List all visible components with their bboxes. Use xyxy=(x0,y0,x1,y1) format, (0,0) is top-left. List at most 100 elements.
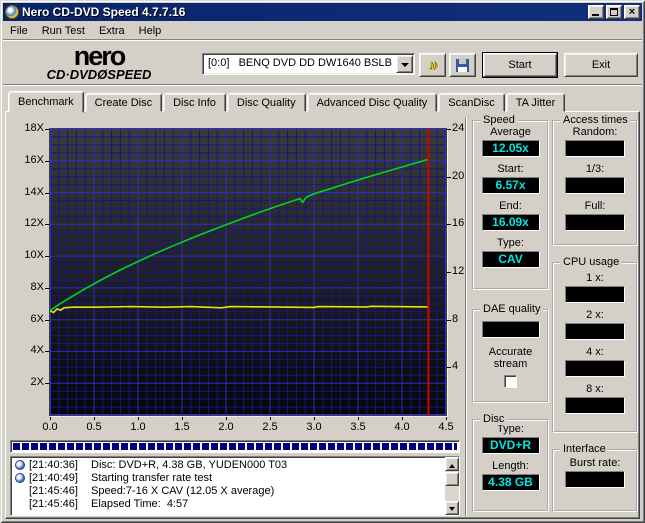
menu-help[interactable]: Help xyxy=(132,23,169,39)
drive-select-dropdown-button[interactable] xyxy=(396,55,413,73)
one-third-value xyxy=(565,177,625,194)
tab-strip: Benchmark Create Disc Disc Info Disc Qualit… xyxy=(8,90,566,113)
x-axis-tick xyxy=(446,417,447,420)
save-button[interactable] xyxy=(449,53,476,77)
random-label: Random: xyxy=(572,126,618,138)
x-axis-label: 3.5 xyxy=(350,421,366,433)
x-axis-label: 4.5 xyxy=(438,421,454,433)
cpu-4x-label: 4 x: xyxy=(586,346,604,358)
cpu-usage-group: CPU usage 1 x: 2 x: 4 x: 8 x: xyxy=(552,256,638,433)
cpu-1x-value xyxy=(565,286,625,303)
cpu-1x-label: 1 x: xyxy=(586,272,604,284)
dae-quality-value xyxy=(481,321,540,338)
tab-ta-jitter[interactable]: TA Jitter xyxy=(505,93,566,112)
y-axis-right-tick xyxy=(447,272,451,273)
burst-rate-value xyxy=(565,471,625,488)
drive-select[interactable]: [0:0] BENQ DVD DD DW1640 BSLB xyxy=(202,53,415,75)
tab-advanced-disc-quality[interactable]: Advanced Disc Quality xyxy=(306,93,438,112)
disc-type-value: DVD+R xyxy=(481,437,540,454)
x-axis-label: 2.5 xyxy=(262,421,278,433)
y-axis-right-tick xyxy=(447,224,451,226)
accurate-stream-label: Accurate xyxy=(488,346,533,358)
y-axis-left-label: 16X xyxy=(24,153,44,166)
tab-disc-info[interactable]: Disc Info xyxy=(163,93,226,112)
average-value: 12.05x xyxy=(481,140,540,157)
title-bar[interactable]: Nero CD-DVD Speed 4.7.7.16 × xyxy=(3,3,642,21)
x-axis-tick xyxy=(138,417,139,420)
progress-bar-fill xyxy=(13,443,457,450)
accurate-stream-checkbox[interactable] xyxy=(504,375,517,388)
disc-icon xyxy=(15,473,25,483)
scrollbar-thumb[interactable] xyxy=(445,472,459,486)
y-axis-left-tick xyxy=(45,256,49,258)
start-button[interactable]: Start xyxy=(482,52,558,78)
x-axis-tick xyxy=(94,417,95,420)
x-axis-tick xyxy=(182,417,183,420)
cpu-8x-value xyxy=(565,397,625,414)
log-entry: [21:45:46] Speed:7-16 X CAV (12.05 X aver… xyxy=(14,485,443,498)
tab-disc-quality[interactable]: Disc Quality xyxy=(226,93,306,112)
x-axis-tick xyxy=(50,417,51,420)
scrollbar-up-button[interactable] xyxy=(445,457,459,471)
drive-select-value: [0:0] BENQ DVD DD DW1640 BSLB xyxy=(208,57,393,69)
log-entry: [21:40:49] Starting transfer rate test xyxy=(14,472,443,485)
tab-create-disc[interactable]: Create Disc xyxy=(84,93,163,112)
y-axis-left-label: 12X xyxy=(24,217,44,230)
minimize-icon xyxy=(592,14,599,16)
music-test-button[interactable]: ♪♪ xyxy=(419,53,446,77)
burst-rate-label: Burst rate: xyxy=(569,457,621,469)
nero-logo-sub: CD·DVDØSPEED xyxy=(46,67,152,82)
dae-quality-group-title: DAE quality xyxy=(480,303,544,315)
y-axis-left-label: 10X xyxy=(24,249,44,262)
y-axis-right-tick xyxy=(447,319,451,321)
progress-bar xyxy=(10,440,460,453)
x-axis-label: 1.5 xyxy=(174,421,190,433)
speed-group-title: Speed xyxy=(480,114,518,126)
log-message: Elapsed Time: 4:57 xyxy=(91,498,189,510)
end-value: 16.09x xyxy=(481,214,540,231)
exit-button[interactable]: Exit xyxy=(564,53,638,77)
y-axis-left-tick xyxy=(45,129,49,130)
y-axis-left-label: 14X xyxy=(24,185,44,198)
disc-icon xyxy=(15,460,25,470)
disc-length-value: 4.38 GB xyxy=(481,474,540,491)
maximize-button[interactable] xyxy=(606,5,622,19)
disc-group-title: Disc xyxy=(480,413,508,425)
y-axis-left-tick xyxy=(45,383,49,385)
y-axis-left-tick xyxy=(45,287,49,289)
app-icon xyxy=(5,5,19,19)
tab-benchmark[interactable]: Benchmark xyxy=(8,91,84,113)
x-axis-tick xyxy=(402,417,403,420)
access-times-group: Access times Random: 1/3: Full: xyxy=(552,114,638,246)
nero-logo: nero CD·DVDØSPEED xyxy=(24,41,174,82)
one-third-label: 1/3: xyxy=(585,163,605,175)
benchmark-chart xyxy=(49,128,447,416)
interface-group: Interface Burst rate: xyxy=(552,443,638,512)
type-label: Type: xyxy=(497,237,524,249)
full-value xyxy=(565,214,625,231)
log-message: Speed:7-16 X CAV (12.05 X average) xyxy=(91,485,275,497)
cpu-4x-value xyxy=(565,360,625,377)
y-axis-left-label: 8X xyxy=(30,280,44,293)
maximize-icon xyxy=(610,8,618,16)
app-window: Nero CD-DVD Speed 4.7.7.16 × File Run Te… xyxy=(0,0,645,523)
nero-logo-main: nero xyxy=(73,41,127,71)
log-timestamp: [21:40:49] xyxy=(29,472,78,484)
random-value xyxy=(565,140,625,157)
end-label: End: xyxy=(499,200,522,212)
close-button[interactable]: × xyxy=(624,5,640,19)
menu-run-test[interactable]: Run Test xyxy=(35,23,92,39)
full-label: Full: xyxy=(584,200,606,212)
divider xyxy=(3,84,642,86)
y-axis-left-tick xyxy=(45,160,49,162)
menu-file[interactable]: File xyxy=(3,23,35,39)
log-scrollbar[interactable] xyxy=(445,457,459,515)
menu-extra[interactable]: Extra xyxy=(92,23,132,39)
music-notes-icon: ♪♪ xyxy=(427,56,438,74)
x-axis-label: 0.5 xyxy=(86,421,102,433)
scrollbar-down-button[interactable] xyxy=(445,501,459,515)
tab-scandisc[interactable]: ScanDisc xyxy=(438,93,505,112)
disc-length-label: Length: xyxy=(492,460,529,472)
minimize-button[interactable] xyxy=(588,5,604,19)
chevron-down-icon xyxy=(401,63,409,71)
